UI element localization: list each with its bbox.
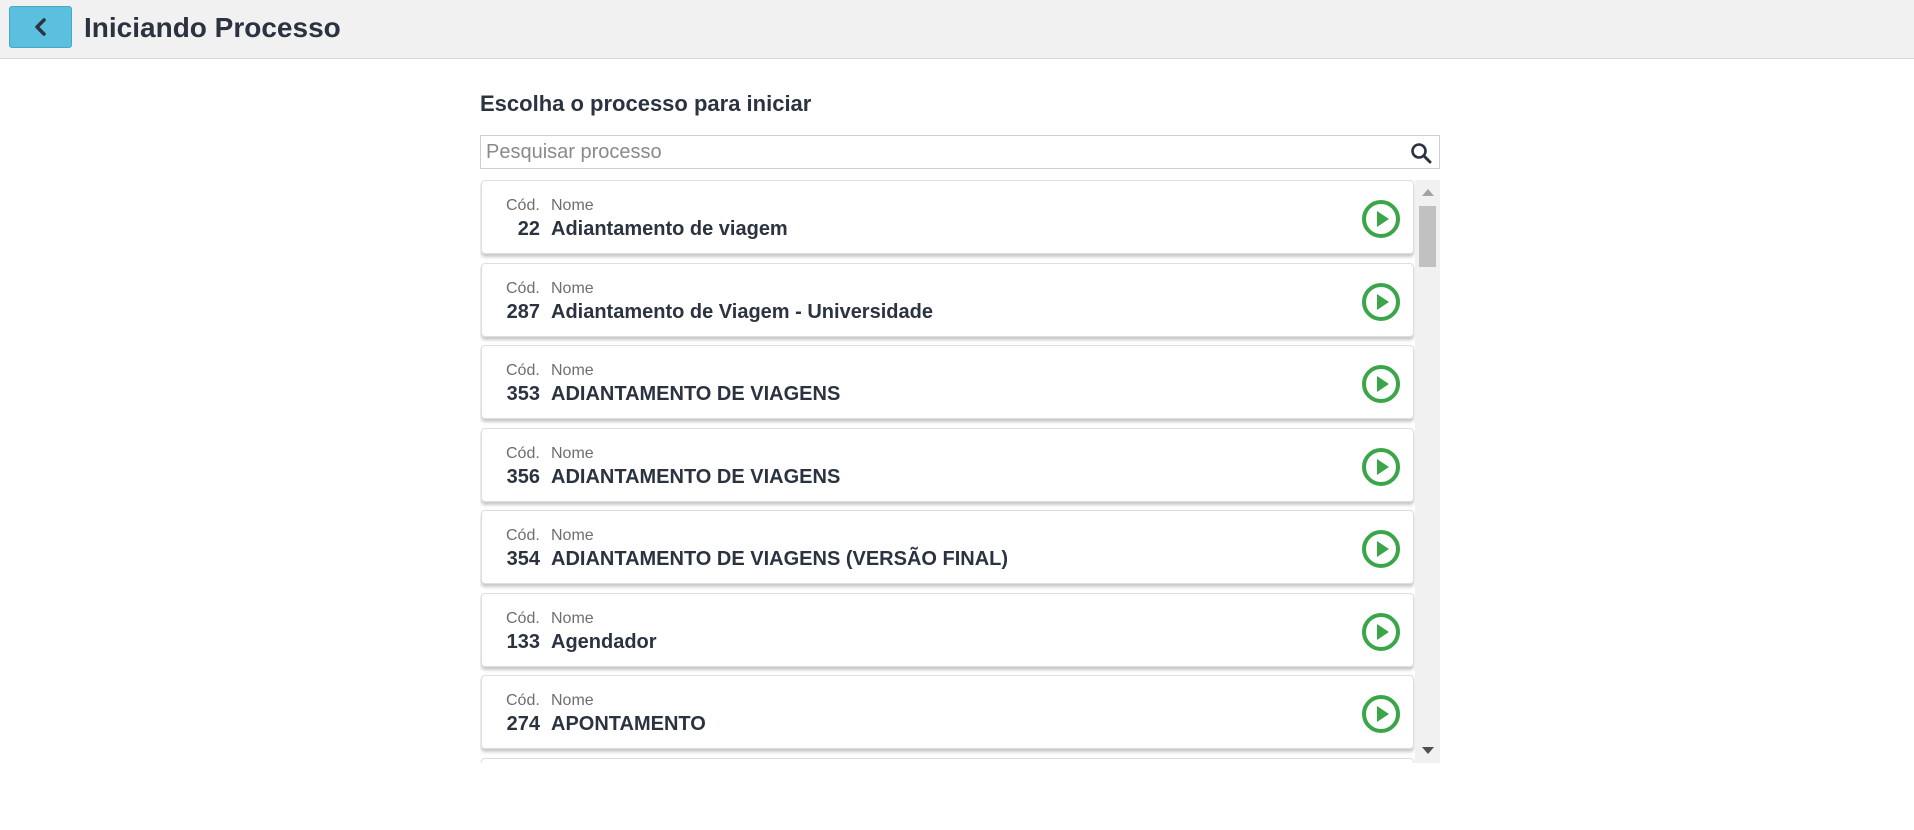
process-name: Adiantamento de Viagem - Universidade [551,300,933,323]
process-name: ADIANTAMENTO DE VIAGENS [551,383,841,405]
list-item[interactable]: Cód. Nome 354 ADIANTAMENTO DE VIAGENS (V… [481,510,1414,584]
play-circle-icon[interactable] [1361,612,1401,652]
process-name: Agendador [551,630,657,653]
scroll-up-arrow-icon[interactable] [1422,189,1434,196]
cod-label: Cód. [506,279,540,297]
list-item-partial[interactable] [481,757,1414,763]
process-list[interactable]: Cód. Nome 22 Adiantamento de viagem Cód.… [480,180,1440,763]
list-item[interactable]: Cód. Nome 274 APONTAMENTO [481,675,1414,749]
scroll-down-arrow-icon[interactable] [1422,747,1434,754]
cod-label: Cód. [506,197,540,214]
process-name: ADIANTAMENTO DE VIAGENS [551,465,841,488]
cod-label: Cód. [506,444,540,462]
process-code: 354 [506,548,540,570]
nome-label: Nome [551,444,594,462]
nome-label: Nome [551,692,594,709]
process-code: 274 [506,713,540,735]
play-circle-icon[interactable] [1361,199,1401,239]
cod-label: Cód. [506,692,540,709]
nome-label: Nome [551,197,594,214]
search-icon[interactable] [1409,141,1433,165]
nome-label: Nome [551,527,594,544]
play-circle-icon[interactable] [1361,694,1401,734]
process-code: 133 [506,630,540,653]
cod-label: Cód. [506,609,540,627]
nome-label: Nome [551,279,594,297]
search-box [480,135,1440,169]
play-circle-icon[interactable] [1361,282,1401,322]
page-title: Iniciando Processo [84,12,341,43]
scrollbar[interactable] [1415,180,1440,763]
process-name: APONTAMENTO [551,713,706,735]
process-code: 353 [506,383,540,405]
nome-label: Nome [551,362,594,379]
section-title: Escolha o processo para iniciar [480,91,812,116]
process-name: Adiantamento de viagem [551,218,788,240]
chevron-left-icon [34,18,46,36]
list-item[interactable]: Cód. Nome 133 Agendador [481,592,1414,667]
process-code: 356 [506,465,540,488]
process-name: ADIANTAMENTO DE VIAGENS (VERSÃO FINAL) [551,548,1009,570]
search-input[interactable] [481,136,1401,168]
cod-label: Cód. [506,362,540,379]
list-item[interactable]: Cód. Nome 356 ADIANTAMENTO DE VIAGENS [481,427,1414,502]
play-circle-icon[interactable] [1361,529,1401,569]
top-bar: Iniciando Processo [0,0,1914,59]
process-code: 22 [517,218,540,240]
list-item[interactable]: Cód. Nome 353 ADIANTAMENTO DE VIAGENS [481,345,1414,419]
play-circle-icon[interactable] [1361,447,1401,487]
list-item[interactable]: Cód. Nome 287 Adiantamento de Viagem - U… [481,262,1414,337]
scrollbar-thumb[interactable] [1419,206,1436,267]
process-code: 287 [506,300,540,323]
nome-label: Nome [551,609,594,627]
back-button[interactable] [9,6,72,48]
list-item[interactable]: Cód. Nome 22 Adiantamento de viagem [481,180,1414,254]
play-circle-icon[interactable] [1361,364,1401,404]
cod-label: Cód. [506,527,540,544]
